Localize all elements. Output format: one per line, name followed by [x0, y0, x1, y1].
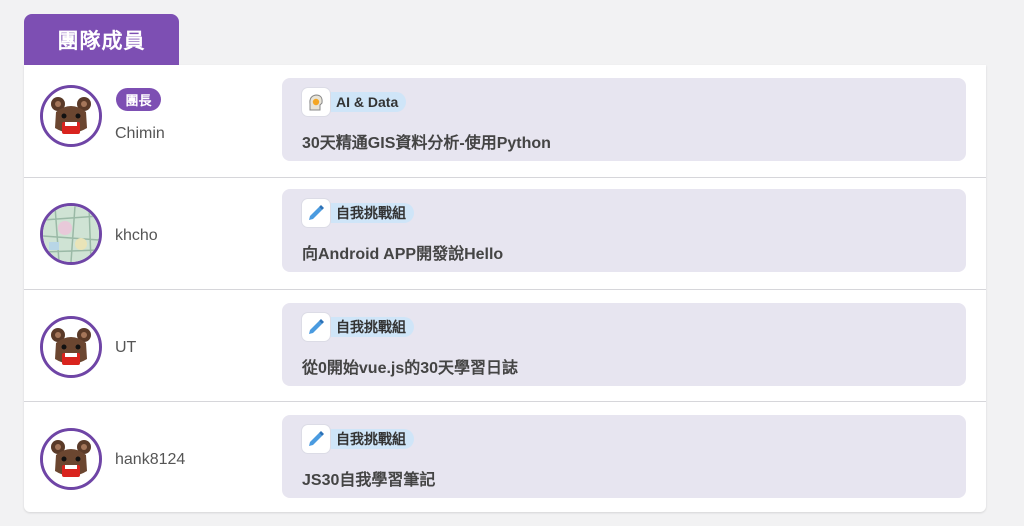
category-label: AI & Data	[326, 92, 407, 112]
member-name[interactable]: khcho	[115, 227, 158, 245]
member-row: hank8124 自我挑戰組 JS30自我學習筆記	[24, 401, 986, 513]
category-tag[interactable]: AI & Data	[302, 88, 407, 116]
series-card[interactable]: 自我挑戰組 從0開始vue.js的30天學習日誌	[282, 303, 966, 386]
bear-avatar-icon[interactable]	[40, 85, 102, 147]
article-title[interactable]: 從0開始vue.js的30天學習日誌	[302, 354, 518, 378]
article-title[interactable]: 向Android APP開發說Hello	[302, 240, 503, 264]
member-row: UT 自我挑戰組 從0開始vue.js的30天學習日誌	[24, 289, 986, 402]
category-label: 自我挑戰組	[326, 203, 414, 223]
series-card[interactable]: AI & Data 30天精通GIS資料分析-使用Python	[282, 78, 966, 161]
pencil-icon	[302, 313, 330, 341]
member-name[interactable]: hank8124	[115, 451, 185, 469]
pencil-icon	[302, 199, 330, 227]
robot-head-icon	[302, 88, 330, 116]
category-tag[interactable]: 自我挑戰組	[302, 313, 414, 341]
series-card[interactable]: 自我挑戰組 向Android APP開發說Hello	[282, 189, 966, 272]
team-members-tab[interactable]: 團隊成員	[24, 14, 179, 65]
category-label: 自我挑戰組	[326, 317, 414, 337]
bear-avatar-icon[interactable]	[40, 316, 102, 378]
bear-avatar-icon[interactable]	[40, 428, 102, 490]
member-name[interactable]: UT	[115, 339, 136, 357]
category-tag[interactable]: 自我挑戰組	[302, 425, 414, 453]
article-title[interactable]: JS30自我學習筆記	[302, 466, 435, 490]
category-tag[interactable]: 自我挑戰組	[302, 199, 414, 227]
team-members-panel: 團長 Chimin AI & Data 30天精通GIS資料分析-使用Pytho…	[24, 65, 986, 512]
member-row: khcho 自我挑戰組 向Android APP開發說Hello	[24, 177, 986, 290]
leader-badge: 團長	[116, 88, 161, 111]
pencil-icon	[302, 425, 330, 453]
category-label: 自我挑戰組	[326, 429, 414, 449]
article-title[interactable]: 30天精通GIS資料分析-使用Python	[302, 129, 551, 153]
member-row: 團長 Chimin AI & Data 30天精通GIS資料分析-使用Pytho…	[24, 65, 986, 178]
member-name[interactable]: Chimin	[115, 125, 165, 143]
series-card[interactable]: 自我挑戰組 JS30自我學習筆記	[282, 415, 966, 498]
map-photo-avatar[interactable]	[40, 203, 102, 265]
